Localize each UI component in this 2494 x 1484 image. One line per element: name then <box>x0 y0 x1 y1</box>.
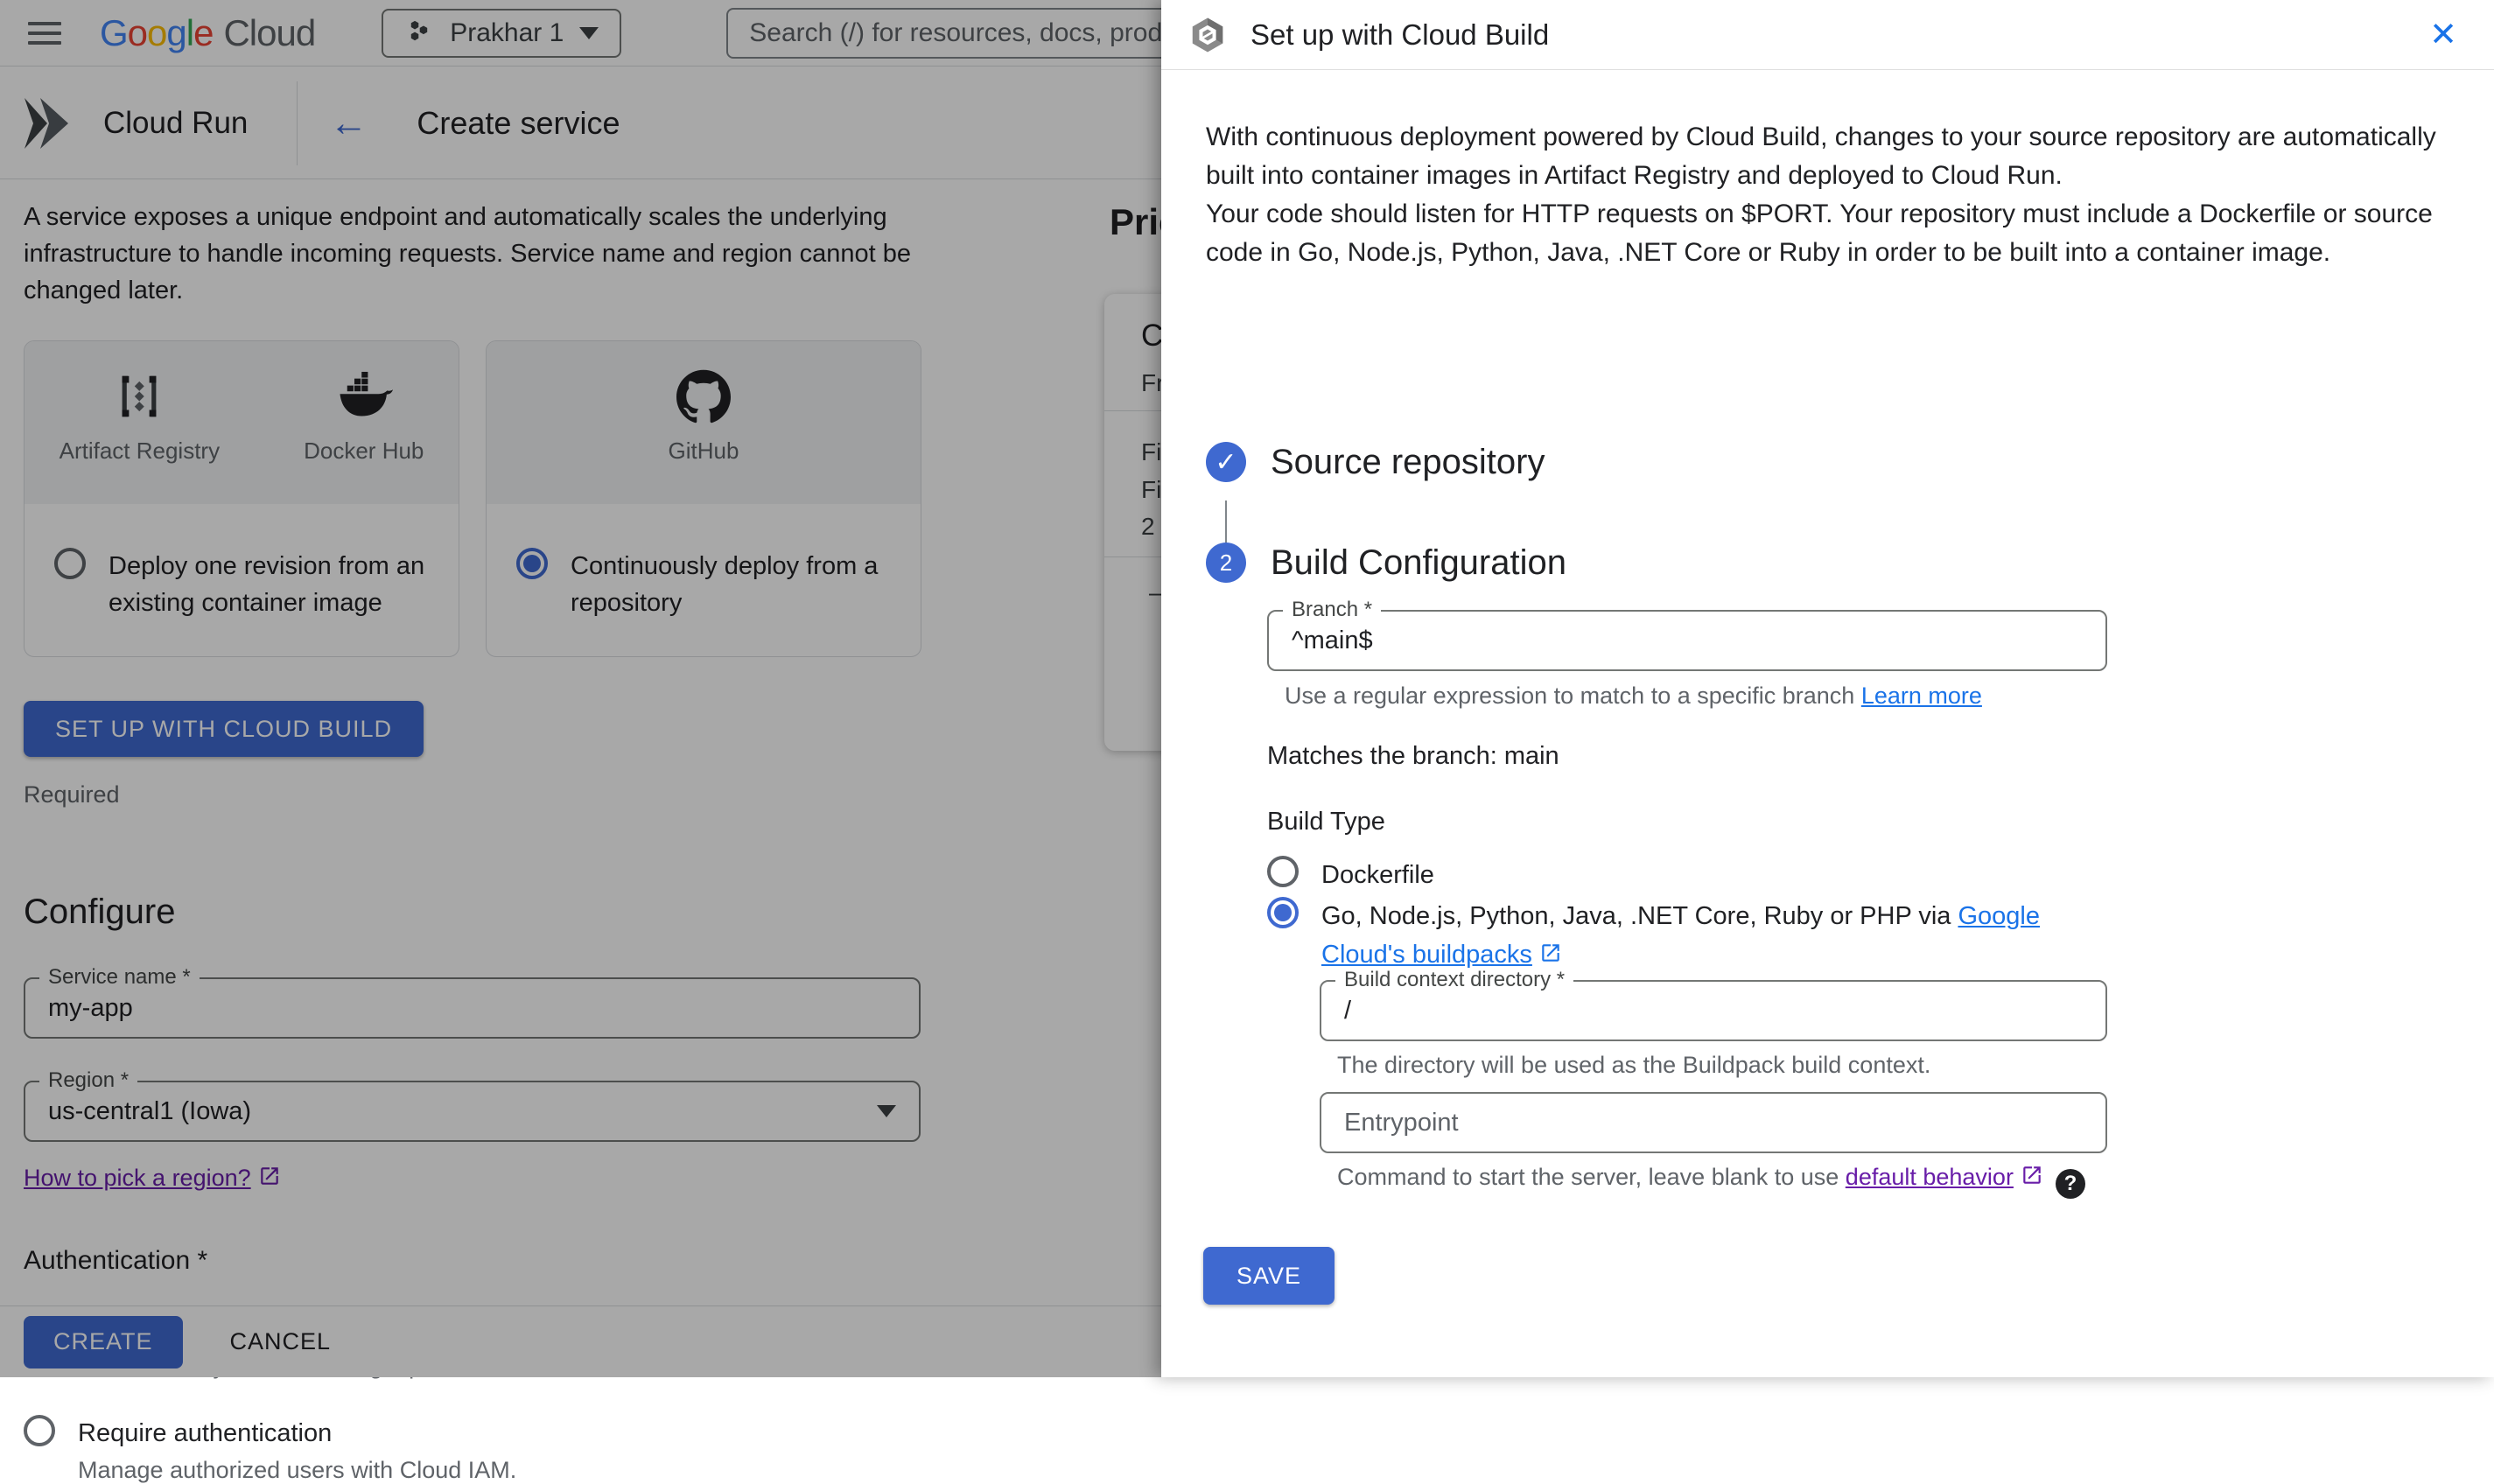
cloud-build-panel: Set up with Cloud Build ✕ With continuou… <box>1161 0 2494 1377</box>
build-context-helper: The directory will be used as the Buildp… <box>1337 1052 1930 1079</box>
panel-header: Set up with Cloud Build ✕ <box>1161 0 2494 70</box>
learn-more-link[interactable]: Learn more <box>1861 682 1982 709</box>
entrypoint-helper-text: Command to start the server, leave blank… <box>1337 1164 1846 1190</box>
option-label: Go, Node.js, Python, Java, .NET Core, Ru… <box>1321 897 2126 974</box>
auth-option-helper: Manage authorized users with Cloud IAM. <box>78 1457 1173 1484</box>
default-behavior-link[interactable]: default behavior <box>1846 1164 2014 1190</box>
radio-selected-icon[interactable] <box>1267 897 1299 928</box>
build-context-field[interactable]: Build context directory * <box>1320 980 2107 1041</box>
build-type-buildpacks[interactable]: Go, Node.js, Python, Java, .NET Core, Ru… <box>1267 897 2126 974</box>
panel-description: With continuous deployment powered by Cl… <box>1206 118 2448 272</box>
panel-title: Set up with Cloud Build <box>1251 18 1549 52</box>
branch-input[interactable] <box>1292 626 2083 655</box>
build-context-label: Build context directory * <box>1335 968 1573 992</box>
external-link-icon <box>1539 942 1562 964</box>
step-source-repository[interactable]: ✓ Source repository <box>1206 442 1545 482</box>
branch-helper: Use a regular expression to match to a s… <box>1285 682 1982 710</box>
save-button[interactable]: SAVE <box>1203 1247 1335 1305</box>
help-icon[interactable]: ? <box>2056 1169 2085 1199</box>
external-link-icon <box>2021 1164 2043 1186</box>
option-label: Dockerfile <box>1321 856 1434 894</box>
branch-match-note: Matches the branch: main <box>1267 742 1559 771</box>
step-number-icon: 2 <box>1206 542 1246 583</box>
branch-label: Branch * <box>1283 598 1381 622</box>
build-context-input[interactable] <box>1344 997 2083 1026</box>
build-type-dockerfile[interactable]: Dockerfile <box>1267 856 1434 894</box>
branch-field[interactable]: Branch * <box>1267 610 2107 671</box>
close-icon[interactable]: ✕ <box>2429 18 2457 52</box>
branch-helper-text: Use a regular expression to match to a s… <box>1285 682 1861 709</box>
panel-body: With continuous deployment powered by Cl… <box>1161 70 2494 1377</box>
step-complete-icon: ✓ <box>1206 442 1246 482</box>
radio-unselected-icon[interactable] <box>24 1415 55 1446</box>
panel-description-1: With continuous deployment powered by Cl… <box>1206 118 2448 195</box>
step-title: Source repository <box>1271 443 1545 482</box>
entrypoint-helper: Command to start the server, leave blank… <box>1337 1164 2085 1199</box>
option-text: Go, Node.js, Python, Java, .NET Core, Ru… <box>1321 902 1958 930</box>
step-title: Build Configuration <box>1271 543 1566 583</box>
option-label: Require authentication <box>78 1415 332 1452</box>
build-type-label: Build Type <box>1267 808 1385 836</box>
cloud-build-icon <box>1187 15 1228 55</box>
entrypoint-field[interactable] <box>1320 1092 2107 1153</box>
entrypoint-input[interactable] <box>1344 1109 2083 1138</box>
auth-option-require[interactable]: Require authentication <box>24 1415 1173 1452</box>
step-build-configuration[interactable]: 2 Build Configuration <box>1206 542 1566 583</box>
radio-unselected-icon[interactable] <box>1267 856 1299 887</box>
panel-description-2: Your code should listen for HTTP request… <box>1206 195 2448 272</box>
